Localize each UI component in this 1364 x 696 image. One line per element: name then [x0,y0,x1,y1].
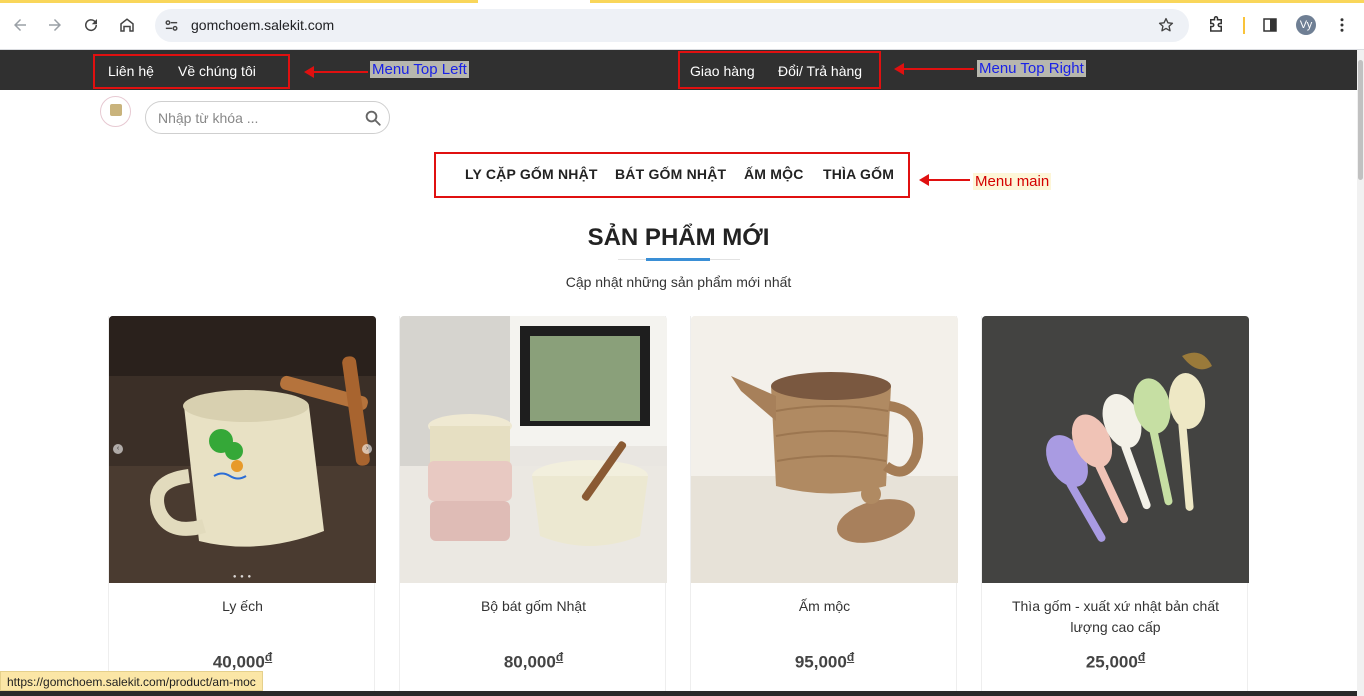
status-bar-url: https://gomchoem.salekit.com/product/am-… [0,671,263,691]
address-bar[interactable]: gomchoem.salekit.com [155,9,1189,42]
more-menu-icon[interactable] [1331,14,1353,36]
reload-icon[interactable] [80,14,102,36]
address-url[interactable]: gomchoem.salekit.com [191,17,334,33]
product-name[interactable]: Bộ bát gốm Nhật [410,596,657,617]
product-price: 40,000đ [109,650,376,673]
search-icon[interactable] [364,109,382,127]
menu-item-ly-cap[interactable]: LY CẶP GỐM NHẬT [465,166,598,182]
page-scrollbar[interactable] [1357,50,1364,696]
menu-item-bat-gom[interactable]: BÁT GỐM NHẬT [615,166,726,182]
product-price: 80,000đ [400,650,667,673]
annotation-label-top-left: Menu Top Left [370,61,469,78]
bookmark-star-icon[interactable] [1157,16,1175,34]
site-logo[interactable] [100,96,131,127]
next-section-strip [0,691,1357,696]
currency-symbol: đ [555,650,564,664]
back-icon[interactable] [9,14,31,36]
section-title: SẢN PHẨM MỚI [587,224,770,251]
home-icon[interactable] [116,14,138,36]
annotation-arrow-top-left [304,66,368,78]
profile-avatar[interactable]: Vy [1296,15,1316,35]
price-value: 95,000 [794,652,847,672]
annotation-box-top-right [678,51,881,89]
currency-symbol: đ [1137,650,1146,664]
price-value: 25,000 [1085,652,1138,672]
product-card[interactable]: ‹ › ● ● ● Ly ếch 40,000đ [108,316,376,696]
side-panel-icon[interactable] [1259,14,1281,36]
annotation-label-top-right: Menu Top Right [977,60,1086,77]
title-underline [646,258,710,261]
tab-strip-accent [0,0,1364,3]
search-box [145,101,390,134]
scrollbar-thumb[interactable] [1358,60,1363,180]
product-price: 95,000đ [691,650,958,673]
extensions-icon[interactable] [1205,14,1227,36]
annotation-arrow-main-menu [919,174,970,186]
currency-symbol: đ [264,650,273,664]
product-card[interactable]: Ấm mộc 95,000đ [690,316,958,696]
product-name[interactable]: Thìa gốm - xuất xứ nhật bản chất lượng c… [992,596,1239,638]
product-image-clay-teapot[interactable] [691,316,958,583]
product-price: 25,000đ [982,650,1249,673]
product-card[interactable]: Thìa gốm - xuất xứ nhật bản chất lượng c… [981,316,1249,696]
browser-toolbar: gomchoem.salekit.com Vy [0,0,1364,50]
product-card[interactable]: Bộ bát gốm Nhật 80,000đ [399,316,667,696]
currency-symbol: đ [846,650,855,664]
carousel-next-icon[interactable]: › [362,444,372,454]
annotation-label-main-menu: Menu main [973,173,1052,190]
site-info-icon[interactable] [163,17,180,34]
annotation-box-top-left [93,54,290,89]
menu-item-thia-gom[interactable]: THÌA GỐM [823,166,894,182]
product-name[interactable]: Ly ếch [119,596,366,617]
product-image-frog-mug[interactable]: ‹ › ● ● ● [109,316,376,583]
product-image-ceramic-spoons[interactable] [982,316,1249,583]
menu-item-am-moc[interactable]: ẤM MỘC [744,166,804,182]
carousel-dots[interactable]: ● ● ● [109,574,376,580]
search-input[interactable] [158,108,358,128]
product-image-bowl-set[interactable] [400,316,667,583]
price-value: 40,000 [212,652,265,672]
price-value: 80,000 [503,652,556,672]
product-name[interactable]: Ấm mộc [701,596,948,617]
section-subtitle: Cập nhật những sản phẩm mới nhất [565,274,792,290]
annotation-arrow-top-right [894,63,974,75]
forward-icon[interactable] [44,14,66,36]
carousel-prev-icon[interactable]: ‹ [113,444,123,454]
toolbar-divider [1243,17,1245,34]
